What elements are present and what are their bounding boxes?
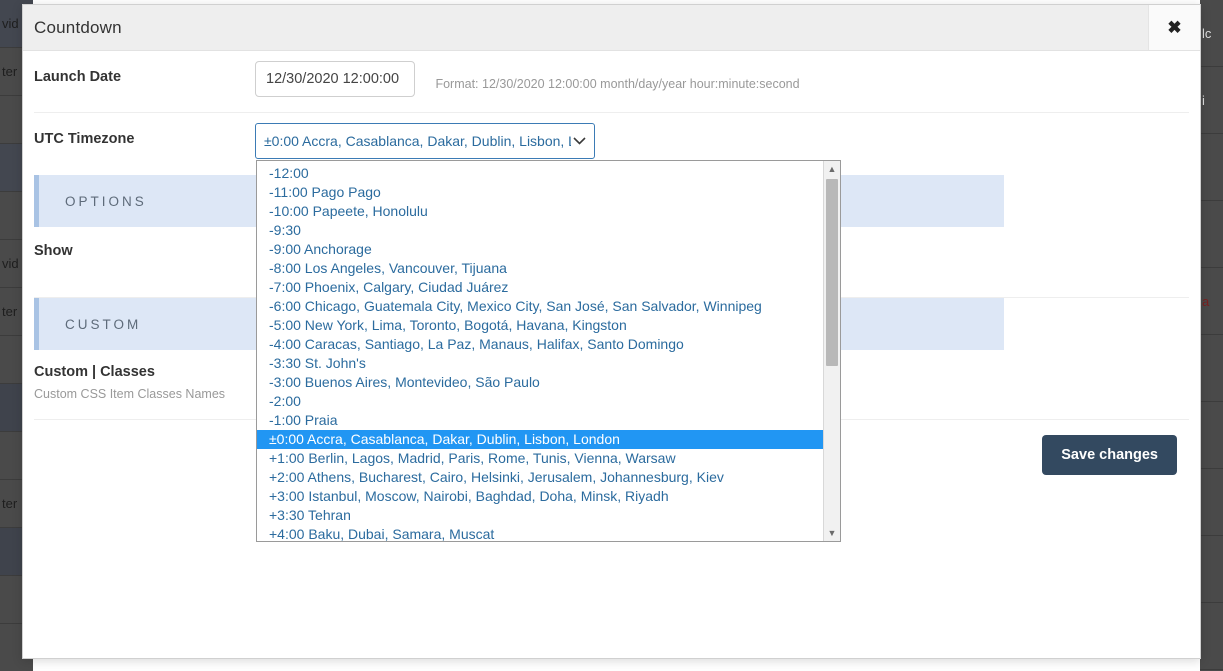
timezone-option[interactable]: -3:00 Buenos Aires, Montevideo, São Paul…	[257, 373, 823, 392]
background-row	[1200, 402, 1223, 469]
utc-timezone-row: UTC Timezone ±0:00 Accra, Casablanca, Da…	[34, 113, 1189, 542]
background-row	[1200, 134, 1223, 201]
timezone-option[interactable]: -1:00 Praia	[257, 411, 823, 430]
timezone-option[interactable]: -2:00	[257, 392, 823, 411]
timezone-option[interactable]: +3:30 Tehran	[257, 506, 823, 525]
page-background: vid ter vid ter ter lc i a Countdown ✖ Launch …	[0, 0, 1223, 671]
utc-timezone-select[interactable]: ±0:00 Accra, Casablanca, Dakar, Dublin, …	[255, 123, 595, 159]
launch-date-label: Launch Date	[34, 69, 122, 85]
custom-classes-description: Custom CSS Item Classes Names	[34, 387, 226, 401]
timezone-option[interactable]: -9:00 Anchorage	[257, 240, 823, 259]
dropdown-scrollbar[interactable]: ▲ ▼	[823, 161, 840, 541]
scroll-down-arrow-icon[interactable]: ▼	[824, 525, 840, 541]
timezone-option[interactable]: ±0:00 Accra, Casablanca, Dakar, Dublin, …	[257, 430, 823, 449]
timezone-option[interactable]: -6:00 Chicago, Guatemala City, Mexico Ci…	[257, 297, 823, 316]
close-icon[interactable]: ✖	[1148, 5, 1200, 50]
utc-timezone-select-wrap: ±0:00 Accra, Casablanca, Dakar, Dublin, …	[255, 123, 841, 542]
scroll-up-arrow-icon[interactable]: ▲	[824, 161, 840, 177]
timezone-option[interactable]: -4:00 Caracas, Santiago, La Paz, Manaus,…	[257, 335, 823, 354]
launch-date-row: Launch Date Format: 12/30/2020 12:00:00 …	[34, 51, 1189, 113]
chevron-down-icon	[573, 134, 586, 148]
launch-date-input[interactable]	[255, 61, 415, 97]
utc-timezone-label: UTC Timezone	[34, 131, 135, 147]
background-row	[1200, 201, 1223, 268]
launch-date-format-hint: Format: 12/30/2020 12:00:00 month/day/ye…	[435, 76, 800, 91]
timezone-option[interactable]: +2:00 Athens, Bucharest, Cairo, Helsinki…	[257, 468, 823, 487]
section-title-custom: CUSTOM	[65, 316, 142, 332]
timezone-option[interactable]: -7:00 Phoenix, Calgary, Ciudad Juárez	[257, 278, 823, 297]
timezone-option[interactable]: -5:00 New York, Lima, Toronto, Bogotá, H…	[257, 316, 823, 335]
modal-body: Launch Date Format: 12/30/2020 12:00:00 …	[23, 51, 1200, 660]
launch-date-control: Format: 12/30/2020 12:00:00 month/day/ye…	[255, 51, 1189, 97]
background-row: lc	[1200, 0, 1223, 67]
countdown-modal: Countdown ✖ Launch Date Format: 12/30/20…	[22, 4, 1201, 659]
timezone-option[interactable]: -8:00 Los Angeles, Vancouver, Tijuana	[257, 259, 823, 278]
timezone-option[interactable]: -9:30	[257, 221, 823, 240]
timezone-option[interactable]: -11:00 Pago Pago	[257, 183, 823, 202]
custom-classes-label-wrap: Custom | Classes Custom CSS Item Classes…	[34, 350, 255, 401]
scrollbar-thumb[interactable]	[826, 179, 838, 366]
custom-classes-label: Custom | Classes	[34, 364, 155, 380]
utc-timezone-selected-value: ±0:00 Accra, Casablanca, Dakar, Dublin, …	[264, 133, 571, 149]
page-title: Countdown	[34, 17, 122, 37]
background-row: a	[1200, 268, 1223, 335]
background-row	[1200, 603, 1223, 670]
modal-header: Countdown ✖	[23, 5, 1200, 51]
utc-timezone-option-list: -12:00 -11:00 Pago Pago -10:00 Papeete, Ho…	[257, 161, 823, 541]
timezone-option[interactable]: -3:30 St. John's	[257, 354, 823, 373]
background-right-column: lc i a	[1200, 0, 1223, 671]
timezone-option[interactable]: -10:00 Papeete, Honolulu	[257, 202, 823, 221]
timezone-option[interactable]: +4:00 Baku, Dubai, Samara, Muscat	[257, 525, 823, 541]
background-row	[1200, 335, 1223, 402]
background-row	[1200, 536, 1223, 603]
utc-timezone-dropdown-list[interactable]: -12:00 -11:00 Pago Pago -10:00 Papeete, Ho…	[256, 160, 841, 542]
background-row: i	[1200, 67, 1223, 134]
save-changes-button[interactable]: Save changes	[1042, 435, 1177, 475]
utc-timezone-control: ±0:00 Accra, Casablanca, Dakar, Dublin, …	[255, 113, 1189, 542]
show-label: Show	[34, 243, 73, 259]
timezone-option[interactable]: +3:00 Istanbul, Moscow, Nairobi, Baghdad…	[257, 487, 823, 506]
section-title-options: OPTIONS	[65, 193, 147, 209]
background-row	[1200, 469, 1223, 536]
timezone-option[interactable]: +1:00 Berlin, Lagos, Madrid, Paris, Rome…	[257, 449, 823, 468]
timezone-option[interactable]: -12:00	[257, 164, 823, 183]
